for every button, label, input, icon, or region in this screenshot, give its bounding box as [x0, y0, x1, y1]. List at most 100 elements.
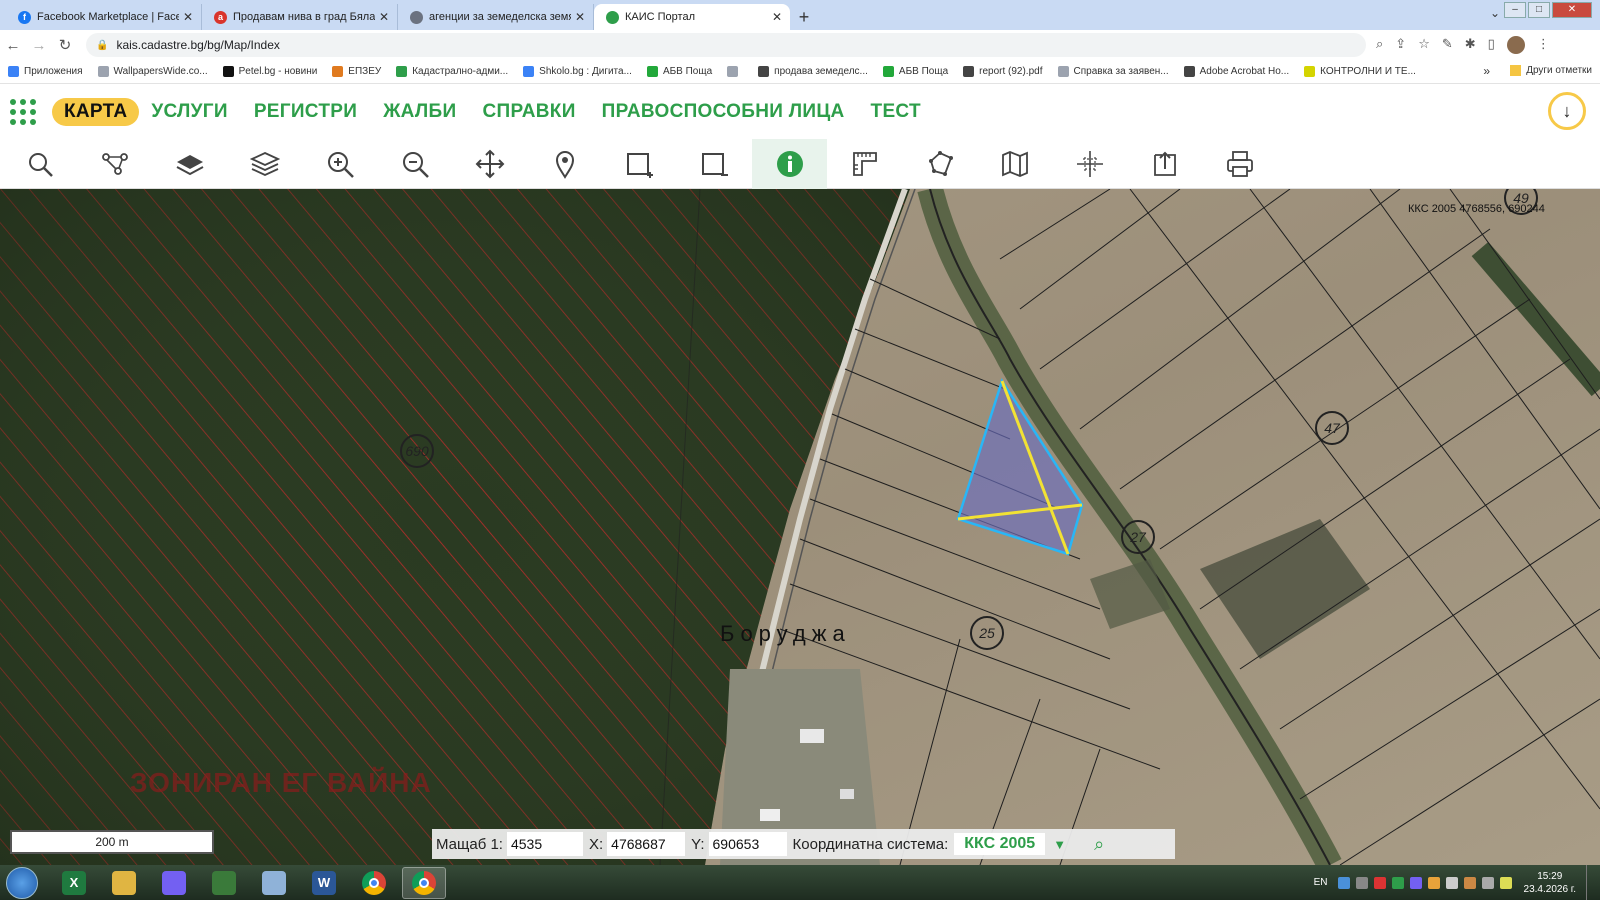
y-coordinate-input[interactable] [708, 832, 787, 856]
close-tab-icon[interactable]: ✕ [379, 10, 389, 24]
measure-tool[interactable] [827, 139, 902, 189]
export-tool[interactable] [1127, 139, 1202, 189]
taskbar-app-viber[interactable] [152, 867, 196, 899]
bookmark-item[interactable]: Справка за заявен... [1057, 66, 1169, 77]
marker-tool[interactable] [527, 139, 602, 189]
zoom-box-out-tool[interactable] [677, 139, 752, 189]
other-bookmarks[interactable]: Други отметки [1510, 65, 1592, 76]
search-icon[interactable]: ⌕ [1094, 834, 1104, 855]
bookmark-item[interactable]: WallpapersWide.co... [97, 66, 208, 77]
start-button[interactable] [6, 866, 38, 899]
menu-item-0[interactable]: КАРТА [52, 97, 140, 126]
extension-icon[interactable]: ✎ [1442, 36, 1453, 54]
taskbar-app-explorer[interactable] [102, 867, 146, 899]
reload-button[interactable]: ↻ [52, 36, 78, 54]
bookmark-item[interactable]: продава земеделс... [758, 66, 868, 77]
apps-grid-icon[interactable] [10, 97, 40, 127]
tab-favicon-icon [410, 10, 423, 24]
lock-icon: 🔒 [96, 39, 109, 51]
scale-input[interactable] [506, 832, 583, 856]
forward-button[interactable]: → [26, 37, 52, 54]
bookmark-label: ЕПЗЕУ [348, 66, 382, 77]
polygon-tool[interactable] [902, 139, 977, 189]
kebab-menu-icon[interactable]: ⋮ [1537, 36, 1550, 54]
coordinate-system-select[interactable]: ККС 2005 [954, 833, 1046, 855]
bookmark-item[interactable]: Shkolo.bg : Дигита... [523, 66, 632, 77]
close-window-button[interactable]: ✕ [1552, 2, 1592, 18]
bookmark-label: КОНТРОЛНИ И ТЕ... [1320, 66, 1416, 77]
bookmark-item[interactable]: Приложения [8, 66, 83, 77]
zoom-in-tool[interactable] [302, 139, 377, 189]
bookmark-item[interactable]: report (92).pdf [963, 66, 1043, 77]
back-button[interactable]: ← [0, 37, 26, 54]
share-icon[interactable]: ⇪ [1395, 36, 1406, 54]
bookmark-item[interactable]: Petel.bg - новини [222, 66, 317, 77]
zoom-icon[interactable]: ⌕ [1376, 36, 1383, 54]
print-icon [1226, 150, 1253, 177]
pan-tool[interactable] [452, 139, 527, 189]
menu-item-5[interactable]: ПРАВОСПОСОБНИ ЛИЦА [602, 101, 845, 123]
download-arrow-icon[interactable]: ↓ [1548, 92, 1586, 130]
taskbar-app-chrome-active[interactable] [402, 866, 446, 899]
taskbar-app-paint[interactable] [252, 867, 296, 899]
chevron-down-icon[interactable]: ▼ [1053, 837, 1066, 852]
tab-search-icon[interactable]: ⌄ [1490, 6, 1500, 20]
bookmark-item[interactable]: Кадастрално-адми... [396, 66, 508, 77]
bookmark-item[interactable]: АБВ Поща [646, 66, 712, 77]
search-tool[interactable] [2, 139, 77, 189]
paint-icon [262, 870, 286, 895]
network-tool[interactable] [77, 139, 152, 189]
taskbar-app-chrome[interactable] [352, 867, 396, 899]
profile-avatar[interactable] [1506, 36, 1525, 54]
parcel-label: 25 [970, 616, 1004, 650]
taskbar-app-excel[interactable]: X [52, 867, 96, 899]
bookmark-item[interactable]: АБВ Поща [882, 66, 948, 77]
bookmark-item[interactable] [727, 66, 743, 77]
puzzle-icon[interactable]: ✱ [1465, 36, 1476, 54]
zoom-out-tool[interactable] [377, 139, 452, 189]
menu-item-6[interactable]: ТЕСТ [871, 101, 921, 123]
print-tool[interactable] [1202, 139, 1277, 189]
info-tool[interactable] [752, 138, 827, 189]
bookmark-star-icon[interactable]: ☆ [1418, 36, 1430, 54]
x-coordinate-input[interactable] [607, 832, 686, 856]
close-tab-icon[interactable]: ✕ [772, 10, 782, 24]
menu-item-3[interactable]: ЖАЛБИ [383, 101, 456, 123]
new-tab-button[interactable]: + [790, 4, 818, 30]
bookmark-favicon-icon [523, 66, 535, 77]
parcel-label: 27 [1121, 520, 1155, 554]
minimize-button[interactable]: – [1504, 2, 1526, 18]
menu-item-1[interactable]: УСЛУГИ [151, 101, 227, 123]
language-indicator[interactable]: EN [1314, 877, 1328, 888]
map-toolbar [0, 138, 1600, 189]
taskbar-app-word[interactable]: W [302, 867, 346, 899]
browser-tab-1[interactable]: a Продавам нива в град Бяла, об... ✕ [202, 4, 398, 30]
app-menu-bar: КАРТА УСЛУГИ РЕГИСТРИ ЖАЛБИ СПРАВКИ ПРАВОСПОС… [0, 84, 1600, 139]
menu-item-4[interactable]: СПРАВКИ [482, 101, 575, 123]
layer-tool[interactable] [152, 139, 227, 189]
bookmark-item[interactable]: КОНТРОЛНИ И ТЕ... [1304, 66, 1416, 77]
show-desktop-button[interactable] [1586, 865, 1596, 900]
browser-tab-3[interactable]: КАИС Портал ✕ [594, 4, 790, 30]
info-icon [776, 150, 803, 177]
url-bar[interactable]: 🔒 kais.cadastre.bg/bg/Map/Index [86, 33, 1366, 57]
clock[interactable]: 15:29 23.4.2026 г. [1524, 870, 1576, 896]
layers-tool[interactable] [227, 139, 302, 189]
zoom-box-in-tool[interactable] [602, 139, 677, 189]
close-tab-icon[interactable]: ✕ [575, 10, 585, 24]
sidepanel-icon[interactable]: ▯ [1488, 36, 1495, 54]
map-tool[interactable] [977, 139, 1052, 189]
bookmarks-overflow-button[interactable]: » [1483, 64, 1490, 78]
bookmark-item[interactable]: ЕПЗЕУ [332, 66, 381, 77]
menu-item-2[interactable]: РЕГИСТРИ [254, 101, 357, 123]
browser-tab-0[interactable]: f Facebook Marketplace | Facebook ✕ [6, 4, 202, 30]
system-tray: EN 15:29 23.4.2026 г. [1314, 865, 1596, 900]
close-tab-icon[interactable]: ✕ [183, 10, 193, 24]
map-canvas[interactable]: 690 47 27 25 49 ККС 2005 4768556, 690244… [0, 189, 1600, 865]
coordinates-tool[interactable] [1052, 139, 1127, 189]
browser-tab-2[interactable]: агенции за земеделска земя ✕ [398, 4, 594, 30]
taskbar-app-calculator[interactable] [202, 867, 246, 899]
ruler-icon [852, 151, 877, 176]
maximize-button[interactable]: □ [1528, 2, 1550, 18]
bookmark-item[interactable]: Adobe Acrobat Ho... [1183, 66, 1289, 77]
